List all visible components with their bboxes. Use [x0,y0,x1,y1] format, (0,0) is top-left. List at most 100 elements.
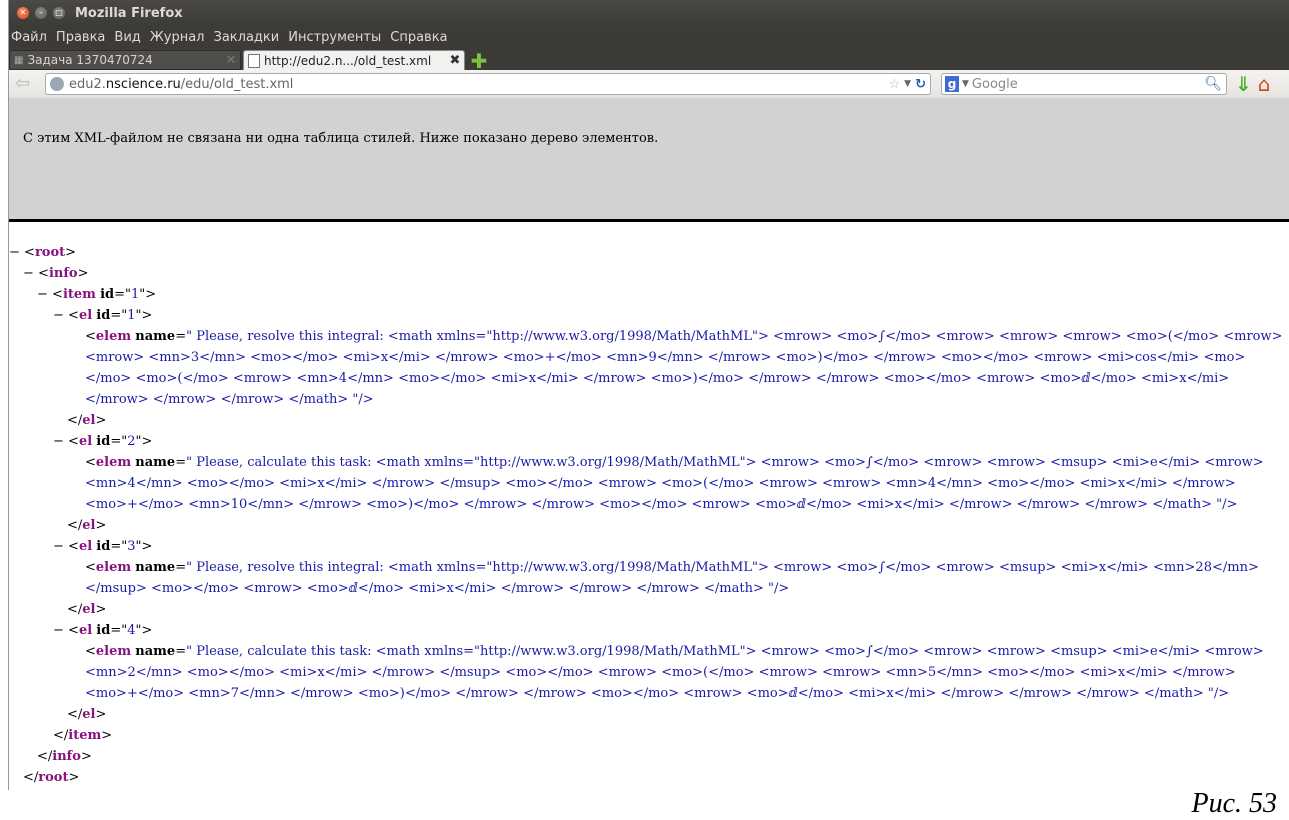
attr-value: 1 [127,308,136,323]
minimize-window-button[interactable]: – [35,7,47,19]
tree-node-el-open[interactable]: − <el id="2"> [9,431,1289,452]
menu-view[interactable]: Вид [114,30,140,45]
elem-node: <elem name=" Please, calculate this task… [85,455,1264,512]
minimize-icon: – [39,8,43,17]
home-icon[interactable]: ⌂ [1258,72,1271,96]
tree-node-item-close: </item> [53,728,113,743]
dropdown-arrow-icon[interactable]: ▼ [962,79,969,89]
google-logo-icon[interactable]: g [945,76,959,92]
attr-value: " Please, calculate this task: <math xml… [85,644,1264,701]
new-tab-button[interactable]: ✚ [469,51,489,71]
search-bar[interactable]: g ▼ Google 🔍︎ [941,73,1227,95]
close-tab-icon[interactable]: ✕ [222,53,240,68]
tab-label: http://edu2.n.../old_test.xml [264,53,432,68]
collapse-toggle[interactable]: − [9,245,24,260]
menu-tools[interactable]: Инструменты [288,30,381,45]
maximize-window-button[interactable]: □ [53,7,65,19]
reload-icon[interactable]: ↻ [915,77,926,92]
url-bar[interactable]: edu2.nscience.ru/edu/old_test.xml ☆ ▼ ↻ [45,73,931,95]
tag-name: el [78,623,93,638]
tag-name: info [52,749,81,764]
tag-name: el [82,518,96,533]
url-subdomain: edu2. [69,76,106,92]
browser-window: ✕ – □ Mozilla Firefox Файл Правка Вид Жу… [8,0,1289,790]
tree-node-el-open[interactable]: − <el id="4"> [9,620,1289,641]
globe-icon [50,77,64,91]
tag-name: el [78,539,93,554]
bookmark-star-icon[interactable]: ☆ [889,77,901,92]
collapse-toggle[interactable]: − [53,434,68,449]
menu-help[interactable]: Справка [390,30,447,45]
window-title: Mozilla Firefox [75,5,183,21]
menu-file[interactable]: Файл [11,30,47,45]
tag-name: el [78,434,93,449]
tree-node-root-open[interactable]: − <root> [9,242,1289,263]
menu-bookmarks[interactable]: Закладки [214,30,280,45]
tag-name: info [48,266,78,281]
tree-node-el-close: </el> [67,602,107,617]
url-text[interactable]: edu2.nscience.ru/edu/old_test.xml [69,77,889,92]
tree-node-el-close: </el> [67,413,107,428]
tag-name: root [34,245,66,260]
tree-node-item-open[interactable]: − <item id="1"> [9,284,1289,305]
collapse-toggle[interactable]: − [53,308,68,323]
page-content: С этим XML-файлом не связана ни одна таб… [9,98,1289,790]
navigation-bar: ⇦ edu2.nscience.ru/edu/old_test.xml ☆ ▼ … [9,70,1289,99]
attr-value: " Please, resolve this integral: <math x… [85,329,1283,407]
attr-value: 4 [127,623,136,638]
menu-bar: Файл Правка Вид Журнал Закладки Инструме… [9,26,1289,48]
tab-bar: ▦ Задача 1370470724 ✕ http://edu2.n.../o… [9,48,1289,71]
attr-name: id [96,623,111,638]
tree-node-el-close: </el> [67,518,107,533]
xml-tree: − <root> − <info> − <item id="1"> − <el … [9,242,1289,788]
download-icon[interactable]: ⇓ [1235,72,1252,96]
dropdown-arrow-icon[interactable]: ▼ [904,79,911,89]
url-path: /edu/old_test.xml [180,76,294,92]
title-bar: ✕ – □ Mozilla Firefox [9,0,1289,26]
collapse-toggle[interactable]: − [53,539,68,554]
close-window-button[interactable]: ✕ [17,7,29,19]
tag-name: item [68,728,102,743]
maximize-icon: □ [55,8,63,17]
collapse-toggle[interactable]: − [53,623,68,638]
attr-name: name [135,329,176,344]
page-icon: ▦ [14,54,24,66]
elem-node: <elem name=" Please, calculate this task… [85,644,1264,701]
collapse-toggle[interactable]: − [37,287,52,302]
figure-caption: Рис. 53 [1191,788,1277,819]
tag-name: elem [95,644,132,659]
url-domain: nscience.ru [105,76,181,92]
attr-name: name [135,455,176,470]
close-icon: ✕ [19,8,27,17]
close-tab-icon[interactable]: ✖ [446,53,464,68]
page-icon [248,53,260,68]
tab-old-test-xml[interactable]: http://edu2.n.../old_test.xml ✖ [243,50,465,70]
attr-name: id [96,308,111,323]
search-icon[interactable]: 🔍︎ [1204,76,1222,92]
tag-name: el [82,413,96,428]
tag-name: elem [95,329,132,344]
tree-node-root-close: </root> [23,770,80,785]
elem-node: <elem name=" Please, resolve this integr… [85,329,1283,407]
attr-name: name [135,644,176,659]
tree-node-info-close: </info> [37,749,92,764]
tree-node-el-open[interactable]: − <el id="1"> [9,305,1289,326]
tree-node-el-open[interactable]: − <el id="3"> [9,536,1289,557]
tag-name: item [62,287,96,302]
collapse-toggle[interactable]: − [23,266,38,281]
menu-edit[interactable]: Правка [56,30,105,45]
attr-value: 1 [130,287,140,302]
attr-name: id [100,287,115,302]
attr-name: id [96,434,111,449]
attr-value: " Please, resolve this integral: <math x… [85,560,1259,596]
menu-history[interactable]: Журнал [150,30,205,45]
attr-value: 2 [127,434,136,449]
tree-node-info-open[interactable]: − <info> [9,263,1289,284]
back-arrow-icon[interactable]: ⇦ [15,73,41,95]
tag-name: el [78,308,93,323]
tab-task[interactable]: ▦ Задача 1370470724 ✕ [9,50,241,70]
tag-name: elem [95,455,132,470]
elem-node: <elem name=" Please, resolve this integr… [85,560,1259,596]
tag-name: elem [95,560,132,575]
search-input[interactable]: Google [972,77,1204,92]
